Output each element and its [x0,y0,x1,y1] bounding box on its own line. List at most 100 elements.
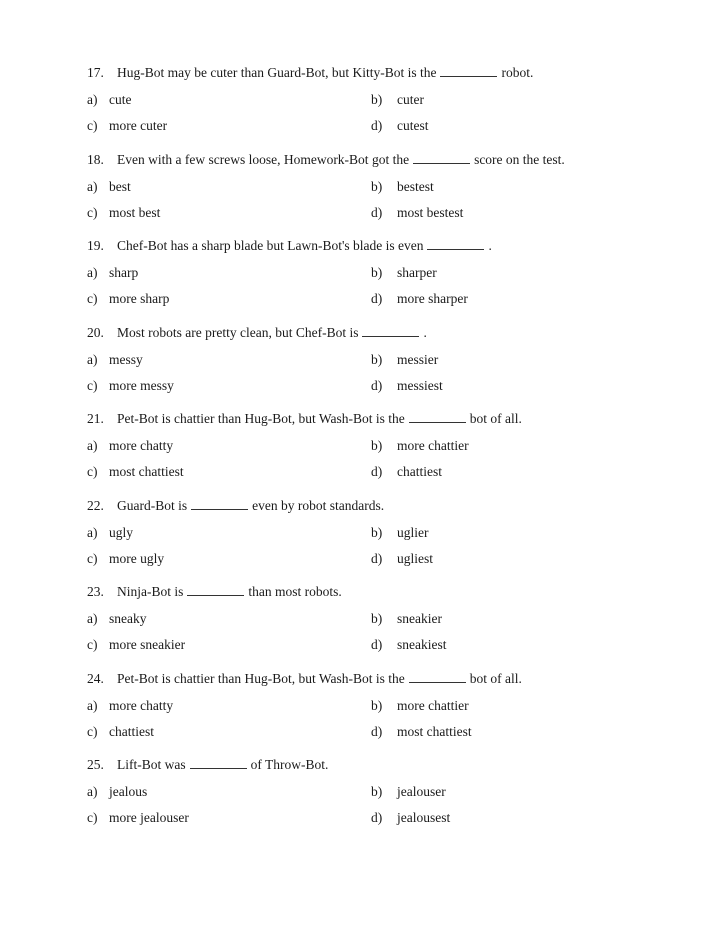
option-letter: b) [371,265,383,280]
option-text: best [109,178,131,194]
answer-blank [189,756,247,769]
option-text: more cuter [109,118,168,133]
option-text: most bestest [397,204,464,220]
option-text: chattiest [397,464,442,479]
option-letter: d) [371,377,383,393]
question-text: Most robots are pretty clean, but Chef-B… [117,324,427,342]
option-text: sharp [109,265,139,280]
option-letter: a) [87,784,98,799]
option-letter: a) [87,265,98,280]
question-text-before: Guard-Bot is [117,497,188,513]
option-text: jealouser [397,784,446,799]
option-letter: a) [87,611,98,626]
option-letter: b) [371,524,383,540]
option-text: more chattier [397,697,469,713]
question-number: 17. [87,65,104,80]
option-letter: c) [87,377,98,393]
question-text-before: Pet-Bot is chattier than Hug-Bot, but Wa… [117,670,405,686]
question-number: 24. [87,670,104,686]
question-text-after: than most robots. [248,584,342,599]
question-text: Hug-Bot may be cuter than Guard-Bot, but… [117,64,533,82]
question-text-after: bot of all. [469,670,522,686]
option-text: most best [109,204,161,220]
option-letter: c) [87,810,98,825]
option-text: sneakier [397,611,442,626]
option-letter: b) [371,178,383,194]
option-text: bestest [397,178,434,194]
question-text-before: Chef-Bot has a sharp blade but Lawn-Bot'… [117,238,424,253]
option-text: cute [109,92,132,107]
answer-blank [427,237,485,250]
question-text-after: robot. [501,65,534,80]
option-text: uglier [397,524,429,540]
answer-blank [191,497,249,510]
option-letter: a) [87,697,98,713]
option-text: more chatty [109,697,174,713]
option-letter: d) [371,723,383,739]
answer-blank [408,410,466,423]
question-text-before: Lift-Bot was [117,757,186,772]
option-letter: a) [87,438,98,453]
option-letter: b) [371,784,383,799]
option-text: most chattiest [397,723,472,739]
option-letter: c) [87,637,98,652]
question-text-after: even by robot standards. [252,497,385,513]
option-text: more chatty [109,438,174,453]
answer-blank [187,583,245,596]
option-text: more jealouser [109,810,189,825]
option-text: messier [397,351,439,367]
answer-blank [408,670,466,683]
question-text-after: of Throw-Bot. [250,757,329,772]
option-letter: d) [371,204,383,220]
question-text: Pet-Bot is chattier than Hug-Bot, but Wa… [117,670,522,688]
option-text: sharper [397,265,437,280]
option-letter: d) [371,291,383,306]
question-text: Chef-Bot has a sharp blade but Lawn-Bot'… [117,237,492,255]
question-text-before: Most robots are pretty clean, but Chef-B… [117,324,359,340]
question-text-before: Pet-Bot is chattier than Hug-Bot, but Wa… [117,411,405,426]
question-number: 20. [87,324,104,340]
question-number: 22. [87,497,104,513]
option-text: ugly [109,524,134,540]
option-letter: b) [371,351,383,367]
option-text: chattiest [109,723,154,739]
option-letter: c) [87,204,98,220]
option-letter: b) [371,611,383,626]
option-letter: b) [371,438,383,453]
option-text: more sharper [397,291,468,306]
option-letter: c) [87,118,98,133]
option-text: messiest [397,377,443,393]
option-text: sneaky [109,611,147,626]
question-text-after: score on the test. [474,151,565,167]
option-letter: c) [87,550,98,566]
option-text: jealous [109,784,148,799]
option-text: more messy [109,377,174,393]
option-letter: a) [87,524,98,540]
option-letter: a) [87,92,98,107]
question-number: 18. [87,151,104,167]
option-letter: b) [371,92,383,107]
answer-blank [440,64,498,77]
option-text: jealousest [397,810,451,825]
answer-blank [362,324,420,337]
option-text: more ugly [109,550,165,566]
question-text: Even with a few screws loose, Homework-B… [117,151,565,169]
question-text-after: . [488,238,492,253]
option-text: more chattier [397,438,469,453]
option-text: more sneakier [109,637,186,652]
option-letter: a) [87,178,98,194]
option-text: more sharp [109,291,170,306]
option-text: ugliest [397,550,433,566]
question-text-after: . [423,324,427,340]
question-text: Ninja-Bot is than most robots. [117,583,342,601]
question-number: 19. [87,238,104,253]
question-text: Lift-Bot was of Throw-Bot. [117,756,328,774]
question-text: Guard-Bot is even by robot standards. [117,497,384,515]
option-text: cuter [397,92,424,107]
question-text-before: Even with a few screws loose, Homework-B… [117,151,410,167]
option-text: messy [109,351,143,367]
answer-blank [413,151,471,164]
question-number: 21. [87,411,104,426]
option-letter: d) [371,464,383,479]
option-letter: a) [87,351,98,367]
